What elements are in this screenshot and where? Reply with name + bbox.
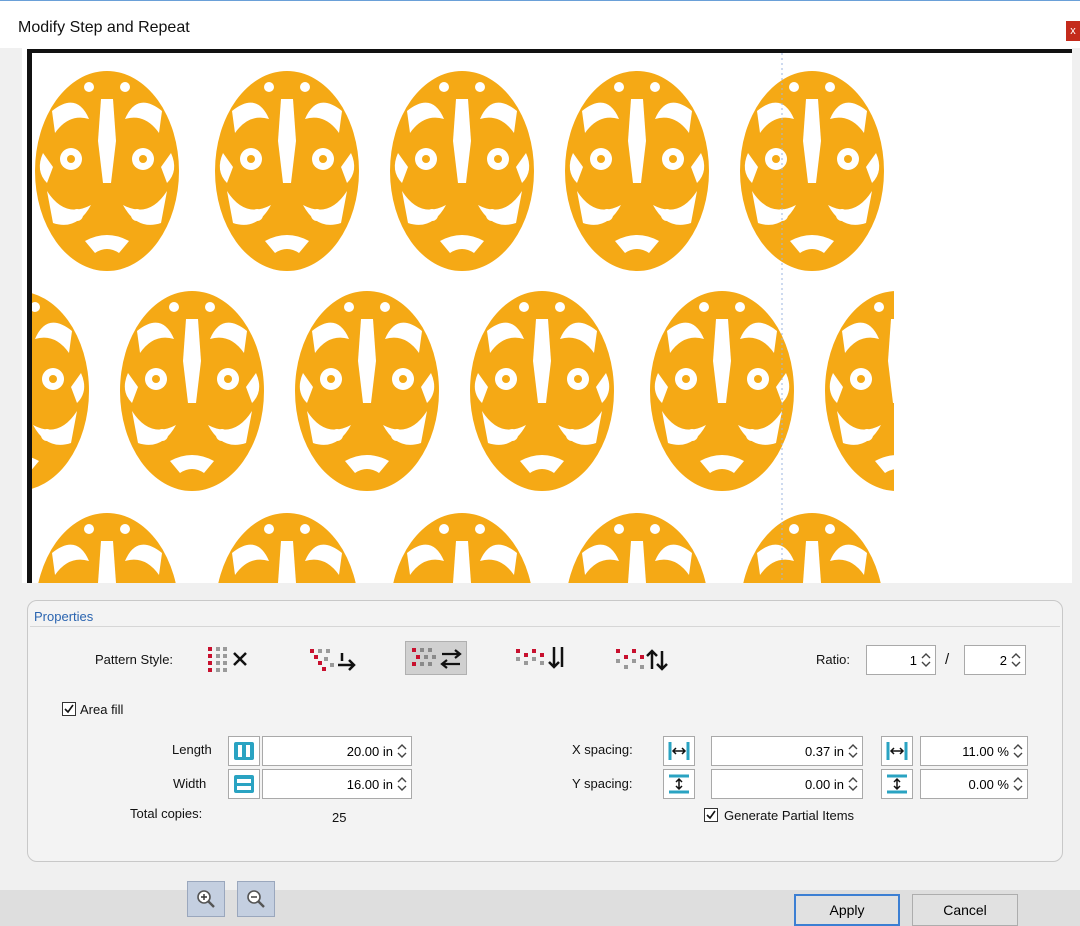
properties-group: Properties [27,600,1063,862]
preview-canvas [32,53,1072,583]
checkmark-icon [64,704,74,714]
x-spacing-stepper[interactable]: 0.37 in [711,736,863,766]
cancel-button[interactable]: Cancel [912,894,1018,926]
dialog-left-edge [0,48,22,890]
y-spacing-percent-stepper[interactable]: 0.00 % [920,769,1028,799]
length-label: Length [172,742,212,757]
pattern-preview[interactable] [27,49,1072,583]
pattern-style-label: Pattern Style: [95,652,174,667]
ratio-numerator-stepper[interactable]: 1 [866,645,936,675]
properties-divider [30,626,1060,627]
y-spacing-label: Y spacing: [572,776,633,791]
damask-icon [295,291,439,491]
pattern-style-offset-updown-button[interactable] [610,641,672,675]
generate-partial-items-label: Generate Partial Items [724,808,855,823]
spinner-arrows-icon[interactable] [1012,775,1024,793]
width-icon [234,775,254,793]
close-button[interactable]: x [1066,21,1080,41]
pattern-style-grid-button[interactable] [200,641,262,675]
zoom-out-button[interactable] [237,881,275,917]
ratio-label: Ratio: [816,652,850,667]
area-fill-label: Area fill [80,702,124,717]
vertical-spacing-percent-icon [887,774,907,794]
apply-button[interactable]: Apply [794,894,900,926]
ratio-denominator-stepper[interactable]: 2 [964,645,1026,675]
damask-motifs [32,71,969,583]
pattern-grid-icon [208,647,247,672]
x-spacing-value: 0.37 in [804,744,844,759]
damask-icon [740,71,884,271]
damask-icon [740,513,884,583]
width-value: 16.00 in [346,777,393,792]
dialog-right-edge [1072,48,1080,890]
checkmark-icon [706,810,716,820]
damask-icon [32,291,89,491]
y-spacing-icon-box [663,769,695,799]
damask-icon [215,513,359,583]
spinner-arrows-icon[interactable] [1012,742,1024,760]
total-copies-label: Total copies: [130,806,203,821]
y-spacing-stepper[interactable]: 0.00 in [711,769,863,799]
area-fill-checkbox[interactable] [62,702,76,716]
spinner-arrows-icon[interactable] [396,775,408,793]
x-spacing-percent-value: 11.00 % [962,744,1009,759]
close-icon: x [1070,25,1076,37]
y-spacing-percent-value: 0.00 % [968,777,1009,792]
x-spacing-percent-icon-box [881,736,913,766]
zoom-out-icon [247,890,265,908]
horizontal-spacing-percent-icon [886,742,908,760]
generate-partial-items-checkbox[interactable] [704,808,718,822]
damask-icon [35,71,179,271]
damask-icon [565,513,709,583]
spinner-arrows-icon[interactable] [396,742,408,760]
damask-icon [565,71,709,271]
damask-icon [470,291,614,491]
spinner-arrows-icon[interactable] [1010,651,1022,669]
damask-icon [390,513,534,583]
spinner-arrows-icon[interactable] [847,742,859,760]
length-icon-box [228,736,260,766]
damask-icon [650,291,794,491]
vertical-spacing-icon [669,774,689,794]
pattern-offset-updown-icon [616,649,668,671]
total-copies-value: 25 [332,810,347,825]
ratio-numerator-value: 1 [909,653,917,668]
spinner-arrows-icon[interactable] [847,775,859,793]
damask-icon [215,71,359,271]
width-icon-box [228,769,260,799]
length-stepper[interactable]: 20.00 in [262,736,412,766]
pattern-style-offset-down-button[interactable] [510,641,572,675]
length-icon [234,742,254,760]
damask-icon [35,513,179,583]
y-spacing-value: 0.00 in [804,777,844,792]
pattern-style-offset-right-button[interactable] [300,641,362,675]
y-spacing-percent-icon-box [881,769,913,799]
x-spacing-icon-box [663,736,695,766]
pattern-offset-down-icon [516,647,564,669]
width-label: Width [173,776,207,791]
horizontal-spacing-icon [668,742,690,760]
window-title: Modify Step and Repeat [18,19,190,36]
pattern-offset-right-icon [310,649,356,671]
length-value: 20.00 in [346,744,393,759]
damask-icon [120,291,264,491]
zoom-in-icon [197,890,215,908]
properties-title: Properties [34,609,94,624]
zoom-in-button[interactable] [187,881,225,917]
x-spacing-label: X spacing: [572,742,633,757]
spinner-arrows-icon[interactable] [920,651,932,669]
x-spacing-percent-stepper[interactable]: 11.00 % [920,736,1028,766]
width-stepper[interactable]: 16.00 in [262,769,412,799]
title-bar: Modify Step and Repeat x [0,0,1080,48]
pattern-style-offset-alternate-button[interactable] [405,641,467,675]
ratio-separator: / [945,651,950,668]
preview-blank-area [894,53,1072,583]
damask-icon [390,71,534,271]
pattern-offset-alternate-icon [412,648,462,669]
ratio-denominator-value: 2 [999,653,1007,668]
